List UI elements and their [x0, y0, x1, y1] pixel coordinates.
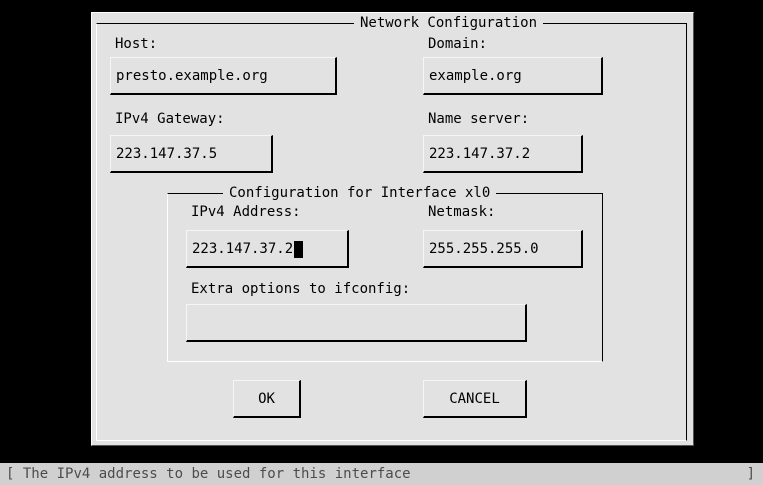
domain-field[interactable]: example.org: [423, 57, 603, 95]
ipv4-address-label: IPv4 Address:: [191, 204, 301, 220]
ok-button[interactable]: OK: [233, 380, 301, 418]
host-value: presto.example.org: [116, 68, 268, 84]
netmask-label: Netmask:: [428, 204, 496, 220]
status-right-bracket: ]: [746, 466, 755, 482]
domain-value: example.org: [429, 68, 522, 84]
gateway-value: 223.147.37.5: [116, 146, 218, 162]
netmask-value: 255.255.255.0: [429, 241, 539, 257]
status-left-bracket: [: [6, 466, 15, 482]
dialog-title: Network Configuration: [354, 15, 544, 31]
extra-options-label: Extra options to ifconfig:: [191, 281, 411, 297]
status-text: The IPv4 address to be used for this int…: [22, 466, 411, 482]
ipv4-address-field[interactable]: 223.147.37.2: [186, 230, 349, 268]
nameserver-value: 223.147.37.2: [429, 146, 531, 162]
extra-options-field[interactable]: [186, 304, 527, 342]
host-field[interactable]: presto.example.org: [110, 57, 337, 95]
ipv4-address-value: 223.147.37.2: [192, 241, 294, 257]
cancel-button[interactable]: CANCEL: [423, 380, 527, 418]
network-configuration-dialog: Network Configuration Host: Domain: pres…: [91, 12, 694, 446]
netmask-field[interactable]: 255.255.255.0: [423, 230, 583, 268]
nameserver-field[interactable]: 223.147.37.2: [423, 135, 583, 173]
status-bar: [ The IPv4 address to be used for this i…: [0, 463, 763, 485]
host-label: Host:: [115, 36, 158, 52]
gateway-field[interactable]: 223.147.37.5: [110, 135, 273, 173]
nameserver-label: Name server:: [428, 111, 530, 127]
gateway-label: IPv4 Gateway:: [115, 111, 225, 127]
interface-title: Configuration for Interface xl0: [223, 185, 497, 201]
text-cursor: [294, 240, 304, 258]
domain-label: Domain:: [428, 36, 488, 52]
